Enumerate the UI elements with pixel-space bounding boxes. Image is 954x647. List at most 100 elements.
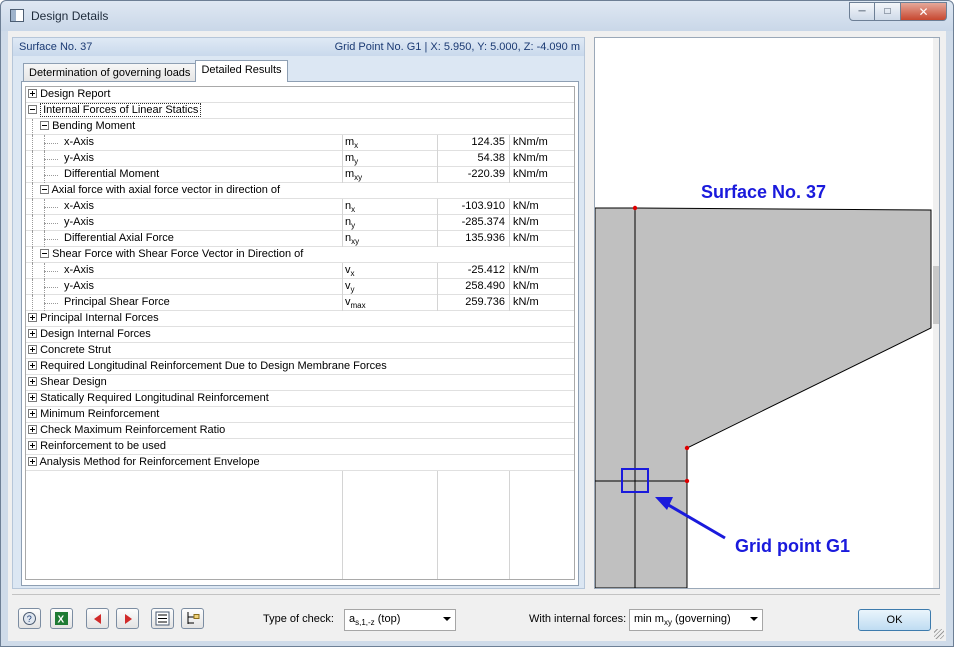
row-unit: kN/m (509, 215, 574, 231)
excel-icon: X (55, 612, 68, 626)
type-of-check-rest: (top) (377, 613, 401, 625)
internal-forces-select[interactable]: min mxy (governing) (629, 609, 763, 631)
table-row[interactable]: Differential Moment mxy -220.39 kNm/m (26, 167, 574, 183)
row-label: Principal Shear Force (64, 296, 170, 308)
previous-button[interactable] (86, 608, 109, 629)
graphic-scrollbar[interactable] (933, 38, 939, 588)
group-label: Design Internal Forces (40, 328, 151, 340)
tree-group-row[interactable]: Statically Required Longitudinal Reinfor… (26, 391, 574, 407)
expand-icon[interactable] (28, 88, 37, 98)
info-header: Surface No. 37 Grid Point No. G1 | X: 5.… (13, 38, 584, 56)
maximize-button[interactable]: □ (875, 2, 901, 21)
table-row[interactable]: y-Axis vy 258.490 kN/m (26, 279, 574, 295)
expand-icon[interactable] (28, 328, 37, 338)
tab-governing-loads[interactable]: Determination of governing loads (23, 63, 197, 82)
list-icon (155, 611, 170, 626)
help-icon: ? (23, 612, 36, 625)
subgroup-label: Shear Force with Shear Force Vector in D… (52, 248, 304, 260)
table-row[interactable]: Differential Axial Force nxy 135.936 kN/… (26, 231, 574, 247)
tree-group-row[interactable]: Internal Forces of Linear Statics (26, 103, 574, 119)
type-of-check-subscript: s,1,-z (355, 618, 375, 627)
next-button[interactable] (116, 608, 139, 629)
scroll-thumb[interactable] (933, 266, 939, 324)
table-row[interactable]: x-Axis nx -103.910 kN/m (26, 199, 574, 215)
internal-forces-subscript: xy (663, 618, 672, 627)
ok-button[interactable]: OK (858, 609, 931, 631)
expand-icon[interactable] (28, 312, 37, 322)
results-tree-table: Design Report Internal Forces of Linear … (25, 86, 575, 580)
collapse-icon[interactable] (40, 120, 49, 130)
expand-icon[interactable] (28, 360, 37, 370)
row-unit: kN/m (509, 279, 574, 295)
collapse-icon[interactable] (28, 104, 37, 114)
node-corner (684, 445, 690, 451)
close-button[interactable]: ✕ (901, 2, 947, 21)
row-symbol: nx (342, 199, 437, 215)
row-unit: kN/m (509, 263, 574, 279)
tab-detailed-results[interactable]: Detailed Results (195, 60, 288, 82)
tree-group-row[interactable]: Analysis Method for Reinforcement Envelo… (26, 455, 574, 471)
minimize-icon: ─ (858, 6, 866, 17)
tree-group-row[interactable]: Principal Internal Forces (26, 311, 574, 327)
tree-group-row[interactable]: Required Longitudinal Reinforcement Due … (26, 359, 574, 375)
symbol-subscript: y (354, 157, 359, 166)
tree-group-row[interactable]: Design Internal Forces (26, 327, 574, 343)
type-of-check-label: Type of check: (263, 613, 334, 625)
tree-subgroup-row[interactable]: Bending Moment (26, 119, 574, 135)
symbol-letter: m (345, 136, 355, 148)
symbol-subscript: x (354, 141, 359, 150)
row-value: 124.35 (437, 135, 509, 151)
expand-icon[interactable] (28, 424, 37, 434)
table-row[interactable]: y-Axis ny -285.374 kN/m (26, 215, 574, 231)
tree-subgroup-row[interactable]: Axial force with axial force vector in d… (26, 183, 574, 199)
row-symbol: mx (342, 135, 437, 151)
expand-icon[interactable] (28, 344, 37, 354)
minimize-button[interactable]: ─ (849, 2, 875, 21)
tab-strip: Determination of governing loads Detaile… (23, 60, 288, 82)
chevron-down-icon (750, 617, 758, 621)
expand-icon[interactable] (28, 456, 37, 466)
group-label: Reinforcement to be used (40, 440, 167, 452)
type-of-check-select[interactable]: as,1,-z (top) (344, 609, 456, 631)
symbol-subscript: x (351, 205, 356, 214)
node-right (684, 478, 690, 484)
tree-group-row[interactable]: Check Maximum Reinforcement Ratio (26, 423, 574, 439)
expand-icon[interactable] (28, 408, 37, 418)
tree-subgroup-row[interactable]: Shear Force with Shear Force Vector in D… (26, 247, 574, 263)
group-label: Statically Required Longitudinal Reinfor… (40, 392, 269, 404)
tree-group-row[interactable]: Design Report (26, 87, 574, 103)
tree-group-row[interactable]: Concrete Strut (26, 343, 574, 359)
app-icon (10, 9, 24, 22)
row-label: y-Axis (64, 216, 94, 228)
table-row[interactable]: y-Axis my 54.38 kNm/m (26, 151, 574, 167)
row-label: x-Axis (64, 200, 94, 212)
row-symbol: vy (342, 279, 437, 295)
excel-export-button[interactable]: X (50, 608, 73, 629)
tree-group-row[interactable]: Shear Design (26, 375, 574, 391)
row-label: x-Axis (64, 264, 94, 276)
expand-icon[interactable] (28, 376, 37, 386)
help-button[interactable]: ? (18, 608, 41, 629)
table-row[interactable]: Principal Shear Force vmax 259.736 kN/m (26, 295, 574, 311)
bottom-bar: ? X Type of check: as,1,-z (top) With in… (8, 599, 946, 637)
surface-title-label: Surface No. 37 (701, 182, 826, 202)
collapse-icon[interactable] (40, 184, 49, 194)
tree-group-row[interactable]: Reinforcement to be used (26, 439, 574, 455)
row-label: Differential Axial Force (64, 232, 174, 244)
expand-icon[interactable] (28, 392, 37, 402)
tree-view-button[interactable] (181, 608, 204, 629)
collapse-icon[interactable] (40, 248, 49, 258)
results-panel: Surface No. 37 Grid Point No. G1 | X: 5.… (12, 37, 585, 589)
expand-icon[interactable] (28, 440, 37, 450)
row-value: -285.374 (437, 215, 509, 231)
previous-icon (93, 613, 101, 624)
list-view-button[interactable] (151, 608, 174, 629)
row-value: 135.936 (437, 231, 509, 247)
row-value: 259.736 (437, 295, 509, 311)
table-row[interactable]: x-Axis vx -25.412 kN/m (26, 263, 574, 279)
row-value: -103.910 (437, 199, 509, 215)
window-controls: ─ □ ✕ (849, 2, 947, 21)
tree-group-row[interactable]: Minimum Reinforcement (26, 407, 574, 423)
table-row[interactable]: x-Axis mx 124.35 kNm/m (26, 135, 574, 151)
resize-grip-icon[interactable] (934, 629, 944, 639)
